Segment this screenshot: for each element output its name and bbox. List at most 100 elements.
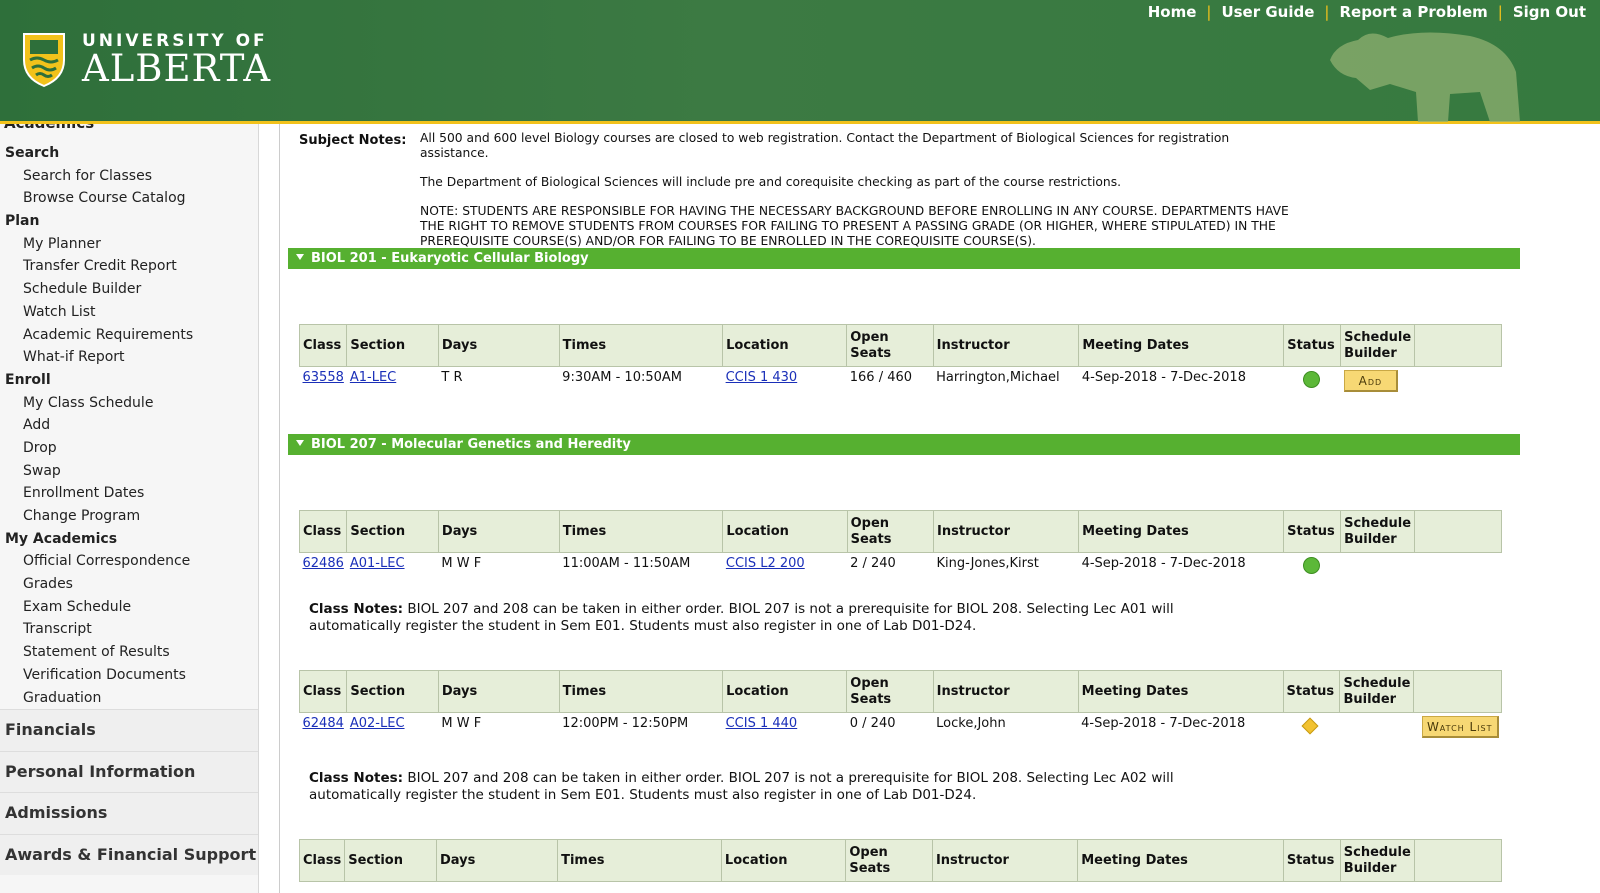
col-location: Location xyxy=(722,670,848,713)
meeting-dates: 4-Sep-2018 - 7-Dec-2018 xyxy=(1081,556,1246,571)
course-title: BIOL 201 - Eukaryotic Cellular Biology xyxy=(311,251,589,266)
report-problem-link[interactable]: Report a Problem xyxy=(1339,3,1487,21)
class-notes-text: BIOL 207 and 208 can be taken in either … xyxy=(309,601,1174,634)
col-schedule-builder: Schedule Builder xyxy=(1340,324,1416,367)
col-days: Days xyxy=(437,324,560,367)
col-meeting-dates: Meeting Dates xyxy=(1077,839,1284,882)
sidebar-item-add[interactable]: Add xyxy=(0,414,258,437)
class-notes-label: Class Notes: xyxy=(309,770,404,786)
subject-note-1: All 500 and 600 level Biology courses ar… xyxy=(420,131,1230,160)
open-seats: 2 / 240 xyxy=(850,556,896,571)
home-link[interactable]: Home xyxy=(1148,3,1197,21)
times: 11:00AM - 11:50AM xyxy=(562,556,691,571)
meeting-dates: 4-Sep-2018 - 7-Dec-2018 xyxy=(1081,370,1246,385)
location-link[interactable]: CCIS 1 440 xyxy=(726,716,798,731)
status-waitlist-icon xyxy=(1301,717,1319,735)
col-location: Location xyxy=(722,324,848,367)
sidebar-section-financials[interactable]: Financials xyxy=(0,709,258,751)
sidebar-item-graduation[interactable]: Graduation xyxy=(0,687,258,710)
add-button[interactable]: Add xyxy=(1343,370,1399,392)
table-header-row: Class Section Days Times Location Open S… xyxy=(298,839,1503,882)
col-section: Section xyxy=(346,670,439,713)
bear-mascot-icon xyxy=(1330,22,1530,122)
sidebar-group-plan: Plan xyxy=(5,213,40,230)
sidebar-item-search-for-classes[interactable]: Search for Classes xyxy=(0,165,258,188)
times: 9:30AM - 10:50AM xyxy=(562,370,683,385)
sidebar-item-drop[interactable]: Drop xyxy=(0,437,258,460)
instructor: Locke,John xyxy=(936,716,1006,731)
col-schedule-builder: Schedule Builder xyxy=(1339,839,1415,882)
col-instructor: Instructor xyxy=(932,670,1079,713)
col-days: Days xyxy=(437,510,560,553)
sidebar-item-statement-of-results[interactable]: Statement of Results xyxy=(0,641,258,664)
sidebar-group-my-academics: My Academics xyxy=(5,530,118,547)
col-times: Times xyxy=(558,510,724,553)
col-class: Class xyxy=(298,670,348,713)
sidebar-section-awards[interactable]: Awards & Financial Support xyxy=(0,833,258,876)
col-schedule-builder: Schedule Builder xyxy=(1340,510,1416,553)
sidebar-item-academic-requirements[interactable]: Academic Requirements xyxy=(0,324,258,347)
location-link[interactable]: CCIS L2 200 xyxy=(726,556,805,571)
class-number-link[interactable]: 62484 xyxy=(303,716,344,731)
col-status: Status xyxy=(1283,510,1342,553)
col-location: Location xyxy=(720,839,847,882)
sidebar-section-personal-information[interactable]: Personal Information xyxy=(0,750,258,793)
class-notes-text: BIOL 207 and 208 can be taken in either … xyxy=(309,770,1174,803)
logo-line2: ALBERTA xyxy=(82,47,272,90)
col-times: Times xyxy=(558,670,724,713)
course-header-biol207[interactable]: BIOL 207 - Molecular Genetics and Heredi… xyxy=(288,434,1520,455)
sidebar-item-swap[interactable]: Swap xyxy=(0,460,258,483)
watch-list-button[interactable]: Watch List xyxy=(1421,716,1499,738)
col-class: Class xyxy=(298,510,348,553)
sidebar-item-schedule-builder[interactable]: Schedule Builder xyxy=(0,278,258,301)
open-seats: 0 / 240 xyxy=(849,716,896,731)
days: M W F xyxy=(441,716,482,731)
sidebar-item-exam-schedule[interactable]: Exam Schedule xyxy=(0,596,258,619)
section-link[interactable]: A1-LEC xyxy=(350,370,396,385)
table-row: 63558 A1-LEC T R 9:30AM - 10:50AM CCIS 1… xyxy=(300,367,1502,397)
sidebar-item-my-planner[interactable]: My Planner xyxy=(0,233,258,256)
university-logo[interactable]: UNIVERSITY OF ALBERTA xyxy=(20,30,271,88)
days: T R xyxy=(441,370,463,385)
col-instructor: Instructor xyxy=(932,324,1080,367)
class-table: Class Section Days Times Location Open S… xyxy=(298,324,1502,397)
sign-out-link[interactable]: Sign Out xyxy=(1513,3,1586,21)
col-meeting-dates: Meeting Dates xyxy=(1077,670,1284,713)
sidebar-item-what-if-report[interactable]: What-if Report xyxy=(0,346,258,369)
col-meeting-dates: Meeting Dates xyxy=(1078,510,1285,553)
sidebar-item-verification-documents[interactable]: Verification Documents xyxy=(0,664,258,687)
section-link[interactable]: A01-LEC xyxy=(350,556,405,571)
sidebar-item-transcript[interactable]: Transcript xyxy=(0,618,258,641)
sidebar-item-enrollment-dates[interactable]: Enrollment Dates xyxy=(0,482,258,505)
sidebar-item-browse-course-catalog[interactable]: Browse Course Catalog xyxy=(0,187,258,210)
sidebar-section-admissions[interactable]: Admissions xyxy=(0,792,258,834)
sidebar-item-transfer-credit-report[interactable]: Transfer Credit Report xyxy=(0,255,258,278)
col-meeting-dates: Meeting Dates xyxy=(1078,324,1285,367)
col-schedule-builder: Schedule Builder xyxy=(1339,670,1415,713)
top-navigation: Home | User Guide | Report a Problem | S… xyxy=(1148,3,1586,21)
col-open-seats: Open Seats xyxy=(846,510,935,553)
sidebar-item-my-class-schedule[interactable]: My Class Schedule xyxy=(0,392,258,415)
section-link[interactable]: A02-LEC xyxy=(350,716,405,731)
col-section: Section xyxy=(346,324,439,367)
location-link[interactable]: CCIS 1 430 xyxy=(726,370,798,385)
sidebar: Academics Search Search for Classes Brow… xyxy=(0,124,259,893)
course-header-biol201[interactable]: BIOL 201 - Eukaryotic Cellular Biology xyxy=(288,248,1520,269)
class-number-link[interactable]: 62486 xyxy=(303,556,344,571)
shield-crest-icon xyxy=(20,30,68,88)
user-guide-link[interactable]: User Guide xyxy=(1221,3,1314,21)
col-times: Times xyxy=(557,839,722,882)
col-status: Status xyxy=(1282,839,1341,882)
subject-note-2: The Department of Biological Sciences wi… xyxy=(420,175,1122,189)
table-row: 62484 A02-LEC M W F 12:00PM - 12:50PM CC… xyxy=(300,713,1502,743)
sidebar-item-change-program[interactable]: Change Program xyxy=(0,505,258,528)
sidebar-item-grades[interactable]: Grades xyxy=(0,573,258,596)
class-number-link[interactable]: 63558 xyxy=(303,370,344,385)
sidebar-item-watch-list[interactable]: Watch List xyxy=(0,301,258,324)
instructor: King-Jones,Kirst xyxy=(936,556,1039,571)
times: 12:00PM - 12:50PM xyxy=(562,716,689,731)
collapse-triangle-icon[interactable] xyxy=(296,440,304,446)
collapse-triangle-icon[interactable] xyxy=(296,254,304,260)
sidebar-item-official-correspondence[interactable]: Official Correspondence xyxy=(0,550,258,573)
sidebar-heading-academics[interactable]: Academics xyxy=(4,124,94,132)
